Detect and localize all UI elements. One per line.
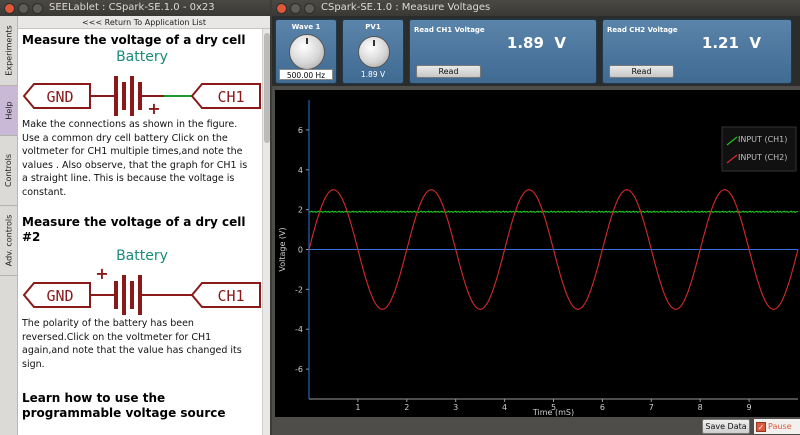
- section-1-text: Make the connections as shown in the fig…: [22, 119, 248, 198]
- ch2-voltage-widget: Read CH2 Voltage 1.21 V Read: [602, 19, 792, 84]
- tab-help-label: Help: [4, 101, 14, 120]
- diagram-1-ch1-label: CH1: [217, 88, 244, 106]
- minimize-icon[interactable]: [18, 2, 29, 14]
- wave1-label: Wave 1: [291, 23, 321, 31]
- y-tick-label: -4: [295, 325, 303, 334]
- diagram-2-battery-label: Battery: [116, 248, 168, 264]
- pv1-value: 1.89 V: [360, 70, 386, 79]
- x-axis-label: Time (mS): [532, 408, 574, 417]
- x-tick-label: 7: [649, 403, 654, 412]
- wave1-knob[interactable]: [289, 34, 325, 70]
- ch1-voltage-widget: Read CH1 Voltage 1.89 V Read: [409, 19, 597, 84]
- ch1-voltage-label: Read CH1 Voltage: [414, 26, 485, 34]
- pause-label: Pause: [768, 422, 792, 431]
- help-content: Measure the voltage of a dry cell Batter…: [18, 29, 262, 435]
- measure-window-title: CSpark-SE.1.0 : Measure Voltages: [321, 2, 491, 13]
- diagram-1-battery-label: Battery: [116, 49, 168, 65]
- ch2-voltage-label: Read CH2 Voltage: [607, 26, 678, 34]
- y-tick-label: 4: [298, 166, 303, 175]
- pause-toggle[interactable]: ✓ Pause: [754, 419, 800, 434]
- x-tick-label: 4: [502, 403, 507, 412]
- legend-box: [721, 126, 797, 172]
- y-tick-label: 6: [298, 126, 303, 135]
- widget-bar: Wave 1 500.00 Hz PV1 1.89 V Read CH1 Vol…: [272, 16, 800, 86]
- ch1-voltage-value: 1.89: [506, 34, 544, 52]
- x-tick-label: 2: [404, 403, 409, 412]
- tab-experiments[interactable]: Experiments: [0, 16, 18, 86]
- y-tick-label: -2: [295, 285, 303, 294]
- close-icon[interactable]: [4, 2, 15, 14]
- pv1-widget: PV1 1.89 V: [342, 19, 404, 84]
- desktop: SEELablet : CSpark-SE.1.0 - 0x23 Experim…: [0, 0, 800, 435]
- read-ch2-button[interactable]: Read: [609, 65, 674, 78]
- tab-controls[interactable]: Controls: [0, 136, 18, 206]
- ch1-voltage-readout: 1.89 V: [507, 34, 566, 52]
- y-tick-label: -6: [295, 365, 303, 374]
- pv1-label: PV1: [365, 23, 381, 31]
- ch1-voltage-unit: V: [554, 34, 566, 52]
- x-tick-label: 8: [698, 403, 703, 412]
- tab-experiments-label: Experiments: [4, 25, 14, 76]
- return-to-app-list-link[interactable]: <<< Return To Application List: [18, 16, 270, 29]
- wave1-frequency-spinbox[interactable]: 500.00 Hz: [279, 69, 333, 80]
- section-3-title: Learn how to use the programmable voltag…: [22, 391, 226, 420]
- measure-window-titlebar[interactable]: CSpark-SE.1.0 : Measure Voltages: [272, 0, 800, 16]
- x-tick-label: 1: [355, 403, 360, 412]
- ch2-voltage-value: 1.21: [701, 34, 739, 52]
- x-tick-label: 9: [747, 403, 752, 412]
- y-tick-label: 2: [298, 206, 303, 215]
- section-2-text: The polarity of the battery has been rev…: [22, 318, 242, 370]
- wave1-widget: Wave 1 500.00 Hz: [275, 19, 337, 84]
- x-tick-label: 3: [453, 403, 458, 412]
- battery-diagram-1: Battery GND + CH1: [22, 49, 261, 118]
- measure-window: CSpark-SE.1.0 : Measure Voltages Wave 1 …: [272, 0, 800, 435]
- section-1-title: Measure the voltage of a dry cell: [22, 33, 246, 47]
- voltage-plot[interactable]: 6420-2-4-61 2 3 4 5 6 7 8 9 Voltage (V) Time (mS…: [275, 90, 800, 417]
- section-2-title: Measure the voltage of a dry cell #2: [22, 215, 246, 244]
- series-line-1: [308, 210, 799, 214]
- side-tab-bar: Experiments Help Controls Adv. controls: [0, 16, 18, 435]
- ch2-voltage-unit: V: [749, 34, 761, 52]
- y-tick-label: 0: [298, 246, 303, 255]
- diagram-1-plus-sign: +: [147, 99, 160, 118]
- save-data-button[interactable]: Save Data: [702, 419, 750, 434]
- help-window-titlebar[interactable]: SEELablet : CSpark-SE.1.0 - 0x23: [0, 0, 270, 16]
- help-scrollbar[interactable]: [262, 29, 270, 435]
- pause-checkbox[interactable]: ✓: [756, 421, 766, 432]
- minimize-icon[interactable]: [290, 2, 301, 14]
- tab-adv-controls-label: Adv. controls: [4, 214, 14, 267]
- ch2-voltage-readout: 1.21 V: [702, 34, 761, 52]
- x-tick-label: 6: [600, 403, 605, 412]
- close-icon[interactable]: [276, 2, 287, 14]
- battery-diagram-2: Battery GND + CH1: [22, 248, 261, 315]
- help-window-title: SEELablet : CSpark-SE.1.0 - 0x23: [49, 2, 215, 13]
- diagram-2-plus-sign: +: [95, 264, 108, 283]
- tab-adv-controls[interactable]: Adv. controls: [0, 206, 18, 276]
- help-window: SEELablet : CSpark-SE.1.0 - 0x23 Experim…: [0, 0, 270, 435]
- diagram-1-gnd-label: GND: [46, 88, 73, 106]
- tab-controls-label: Controls: [4, 153, 14, 188]
- maximize-icon[interactable]: [304, 2, 315, 14]
- legend-label: INPUT (CH2): [738, 153, 787, 162]
- legend-label: INPUT (CH1): [738, 135, 787, 144]
- help-scroll-thumb[interactable]: [264, 33, 270, 143]
- read-ch1-button[interactable]: Read: [416, 65, 481, 78]
- pv1-knob[interactable]: [358, 36, 390, 68]
- maximize-icon[interactable]: [32, 2, 43, 14]
- y-axis-label: Voltage (V): [278, 227, 287, 271]
- plot-legend: INPUT (CH1) INPUT (CH2): [721, 126, 797, 172]
- diagram-2-gnd-label: GND: [46, 287, 73, 305]
- diagram-2-ch1-label: CH1: [217, 287, 244, 305]
- bottom-toolbar: Save Data ✓ Pause: [272, 417, 800, 435]
- tab-help[interactable]: Help: [0, 86, 18, 136]
